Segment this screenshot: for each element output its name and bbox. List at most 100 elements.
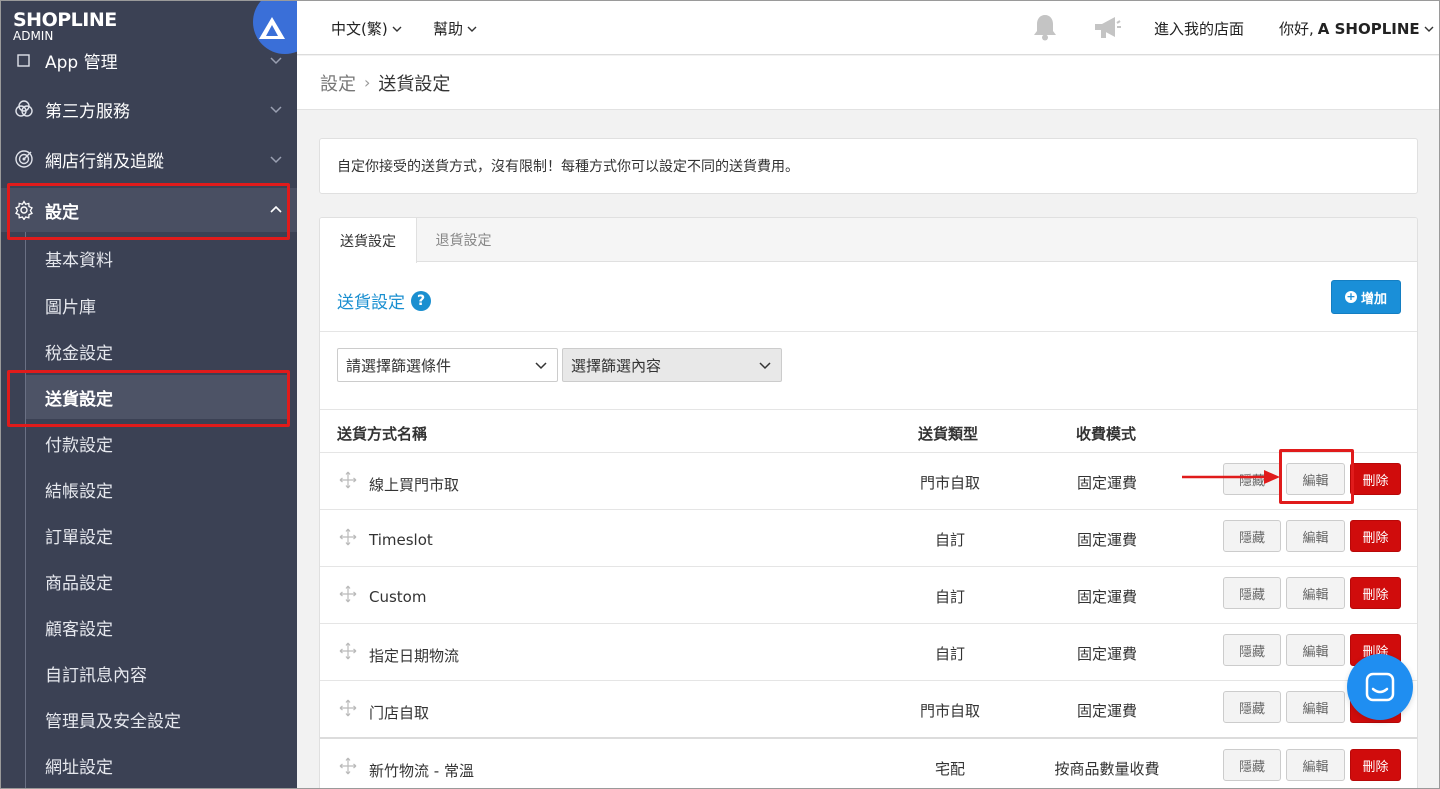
chevron-down-icon <box>1424 26 1434 32</box>
sidebar-subitem-tax[interactable]: 稅金設定 <box>26 329 288 373</box>
drag-handle-icon[interactable] <box>339 528 357 546</box>
drag-handle-icon[interactable] <box>339 642 357 660</box>
table-row: Custom 自訂 固定運費 隱藏 編輯 刪除 <box>320 566 1417 623</box>
edit-button[interactable]: 編輯 <box>1286 520 1345 552</box>
cell-fee: 固定運費 <box>1076 702 1137 720</box>
edit-button[interactable]: 編輯 <box>1286 634 1345 666</box>
table-row: 门店自取 門市自取 固定運費 隱藏 編輯 刪除 <box>320 680 1417 737</box>
brand-mark-icon <box>259 17 285 39</box>
sidebar-subitem-payment[interactable]: 付款設定 <box>26 421 288 465</box>
help-dropdown[interactable]: 幫助 <box>433 18 477 39</box>
filter-content-value: 選擇篩選內容 <box>571 356 662 375</box>
divider <box>320 331 1417 332</box>
user-menu[interactable]: 你好, A SHOPLINE <box>1279 18 1434 39</box>
tab-bar: 送貨設定 退貨設定 <box>320 218 1417 263</box>
column-header-name: 送貨方式名稱 <box>337 425 428 443</box>
tab-return-settings[interactable]: 退貨設定 <box>417 218 510 262</box>
sidebar-subitem-checkout[interactable]: 結帳設定 <box>26 467 288 511</box>
cell-fee: 固定運費 <box>1076 645 1137 663</box>
sidebar-subitem-label: 自訂訊息內容 <box>45 665 147 686</box>
sidebar-subitem-label: 基本資料 <box>45 250 113 271</box>
sidebar-subitem-domain[interactable]: 網址設定 <box>26 743 288 787</box>
hide-button[interactable]: 隱藏 <box>1223 691 1281 723</box>
greeting-label: 你好, <box>1279 20 1314 38</box>
drag-handle-icon[interactable] <box>339 585 357 603</box>
chevron-down-icon <box>270 156 282 164</box>
breadcrumb-separator: › <box>364 73 371 92</box>
highlight-box-edit <box>1279 449 1354 504</box>
delete-button[interactable]: 刪除 <box>1350 520 1401 552</box>
cell-type: 宅配 <box>934 760 965 778</box>
hide-button[interactable]: 隱藏 <box>1223 520 1281 552</box>
cell-name: Custom <box>369 588 427 606</box>
cell-type: 自訂 <box>934 588 965 606</box>
plus-circle-icon: + <box>1344 290 1357 303</box>
table-row: 新竹物流 - 常溫 宅配 按商品數量收費 隱藏 編輯 刪除 <box>320 737 1417 789</box>
sidebar-subitem-label: 商品設定 <box>45 573 113 594</box>
tab-delivery-settings[interactable]: 送貨設定 <box>320 218 417 263</box>
sidebar-subitem-product[interactable]: 商品設定 <box>26 559 288 603</box>
filter-condition-select[interactable]: 請選擇篩選條件 <box>337 348 558 382</box>
user-name: A SHOPLINE <box>1317 19 1420 38</box>
bell-icon[interactable] <box>1032 13 1058 41</box>
enter-store-link[interactable]: 進入我的店面 <box>1154 18 1244 39</box>
megaphone-icon[interactable] <box>1092 15 1122 41</box>
sidebar-subitem-admin-security[interactable]: 管理員及安全設定 <box>26 697 288 741</box>
edit-button[interactable]: 編輯 <box>1286 577 1345 609</box>
sidebar-item-label: App 管理 <box>45 52 118 73</box>
chevron-down-icon <box>535 362 547 370</box>
sidebar-subitem-label: 圖片庫 <box>45 297 96 318</box>
filter-condition-value: 請選擇篩選條件 <box>346 356 452 375</box>
app-icon <box>14 50 34 70</box>
add-delivery-button[interactable]: + 增加 <box>1331 280 1401 314</box>
edit-button[interactable]: 編輯 <box>1286 691 1345 723</box>
sidebar-item-app[interactable]: App 管理 <box>0 40 297 80</box>
sidebar-item-marketing[interactable]: 網店行銷及追蹤 <box>0 139 297 179</box>
drag-handle-icon[interactable] <box>339 699 357 717</box>
drag-handle-icon[interactable] <box>339 757 357 775</box>
hide-button[interactable]: 隱藏 <box>1223 634 1281 666</box>
delivery-settings-card: 送貨設定 退貨設定 送貨設定 ? + 增加 請選擇篩選條件 選擇篩選內容 送貨方… <box>319 217 1418 789</box>
chevron-down-icon <box>759 362 771 370</box>
delete-button[interactable]: 刪除 <box>1350 577 1401 609</box>
help-icon[interactable]: ? <box>411 290 431 311</box>
breadcrumb-parent[interactable]: 設定 <box>320 70 356 96</box>
breadcrumb: 設定 › 送貨設定 <box>297 56 1440 110</box>
delete-button[interactable]: 刪除 <box>1350 749 1401 781</box>
cell-fee: 固定運費 <box>1076 588 1137 606</box>
sidebar-subitem-image-library[interactable]: 圖片庫 <box>26 283 288 327</box>
sidebar-subitem-basic-info[interactable]: 基本資料 <box>26 236 288 280</box>
hide-button[interactable]: 隱藏 <box>1223 577 1281 609</box>
filter-content-select[interactable]: 選擇篩選內容 <box>562 348 782 382</box>
divider <box>320 409 1417 410</box>
target-icon <box>14 149 34 169</box>
sidebar-subitem-custom-message[interactable]: 自訂訊息內容 <box>26 651 288 695</box>
info-card: 自定你接受的送貨方式，沒有限制！每種方式你可以設定不同的送貨費用。 <box>319 138 1418 194</box>
sidebar-subitem-label: 管理員及安全設定 <box>45 711 181 732</box>
highlight-box-settings <box>7 183 290 240</box>
chat-icon <box>1365 672 1395 702</box>
sidebar-subitem-label: 訂單設定 <box>45 527 113 548</box>
sidebar-subitem-customer[interactable]: 顧客設定 <box>26 605 288 649</box>
hide-button[interactable]: 隱藏 <box>1223 749 1281 781</box>
cell-type: 門市自取 <box>919 474 980 492</box>
cell-fee: 固定運費 <box>1076 531 1137 549</box>
sidebar-subitem-label: 稅金設定 <box>45 343 113 364</box>
page-title: 送貨設定 <box>378 73 451 95</box>
delete-button[interactable]: 刪除 <box>1350 463 1401 495</box>
logo[interactable]: SHOPLINE <box>13 9 117 31</box>
table-row: Timeslot 自訂 固定運費 隱藏 編輯 刪除 <box>320 509 1417 566</box>
section-title-label: 送貨設定 <box>337 293 405 313</box>
chevron-down-icon <box>467 26 477 32</box>
cell-type: 自訂 <box>934 531 965 549</box>
edit-button[interactable]: 編輯 <box>1286 749 1345 781</box>
column-header-type: 送貨類型 <box>918 425 979 443</box>
help-label: 幫助 <box>433 20 464 38</box>
chat-launcher[interactable] <box>1347 654 1413 720</box>
cell-name: 指定日期物流 <box>369 647 460 665</box>
sidebar-subitem-label: 結帳設定 <box>45 481 113 502</box>
sidebar-item-third-party[interactable]: 第三方服務 <box>0 89 297 129</box>
sidebar-subitem-order[interactable]: 訂單設定 <box>26 513 288 557</box>
language-dropdown[interactable]: 中文(繁) <box>331 18 402 39</box>
drag-handle-icon[interactable] <box>339 471 357 489</box>
